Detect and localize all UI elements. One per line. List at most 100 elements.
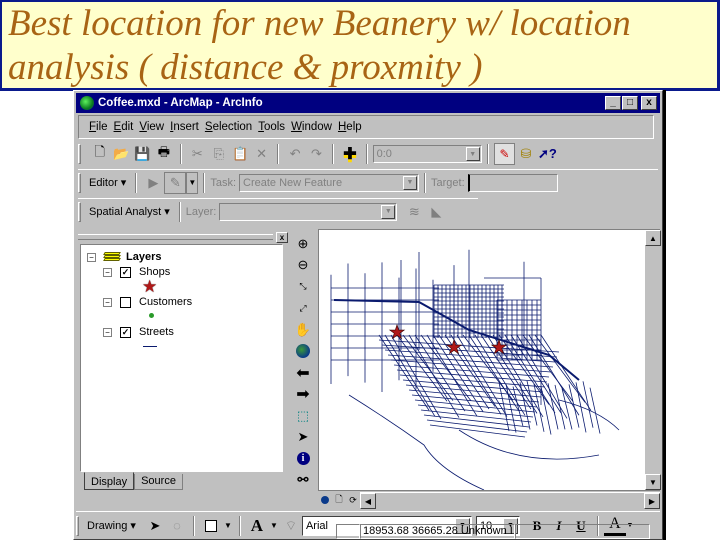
- scroll-left-icon[interactable]: ◀: [360, 493, 376, 509]
- layer-combo[interactable]: ▼: [219, 202, 398, 221]
- map-scale-value: 0:0: [376, 148, 392, 160]
- collapse-icon[interactable]: −: [103, 297, 112, 307]
- forward-arrow-icon[interactable]: ➡: [292, 384, 314, 406]
- menu-file[interactable]: File: [89, 121, 108, 133]
- open-icon[interactable]: 📂: [110, 143, 131, 165]
- task-value: Create New Feature: [243, 176, 343, 189]
- menu-selection[interactable]: Selection: [205, 121, 252, 133]
- collapse-icon[interactable]: −: [103, 267, 112, 277]
- editor-toolbar-icon[interactable]: ✎: [493, 143, 516, 165]
- editor-menu[interactable]: Editor ▾: [89, 176, 126, 189]
- horizontal-scrollbar[interactable]: ◀ ▶: [360, 492, 660, 509]
- copy-icon[interactable]: ⎘: [208, 143, 229, 165]
- select-elements-icon[interactable]: ➤: [292, 427, 314, 449]
- close-button[interactable]: x: [641, 96, 657, 110]
- pan-icon[interactable]: ✋: [292, 319, 314, 341]
- maximize-button[interactable]: □: [622, 96, 638, 110]
- title-bar[interactable]: Coffee.mxd - ArcMap - ArcInfo _ □ x: [76, 93, 660, 113]
- spatial-analyst-menu[interactable]: Spatial Analyst ▾: [89, 205, 170, 218]
- tab-display[interactable]: Display: [84, 472, 135, 490]
- menu-insert-label: nsert: [173, 121, 199, 133]
- separator: [203, 172, 206, 193]
- layer-label: Layer:: [185, 205, 217, 218]
- select-features-icon[interactable]: ⬚: [292, 405, 314, 427]
- toolbar-grip[interactable]: [78, 172, 81, 193]
- undo-icon[interactable]: ↶: [284, 143, 305, 165]
- back-arrow-icon[interactable]: ⬅: [292, 362, 314, 384]
- identify-icon[interactable]: i: [292, 448, 314, 470]
- fixed-zoom-out-icon[interactable]: ⤢: [292, 298, 314, 320]
- minimize-button[interactable]: _: [605, 96, 621, 110]
- toc-header: x: [78, 231, 288, 243]
- contour-icon[interactable]: ≋: [403, 201, 425, 223]
- street-segment: [420, 409, 532, 423]
- redo-icon[interactable]: ↷: [306, 143, 327, 165]
- map-scale-combo[interactable]: 0:0 ▼: [372, 145, 482, 163]
- chevron-down-icon[interactable]: ▼: [465, 147, 480, 161]
- toolbar-grip[interactable]: [78, 201, 81, 222]
- whats-this-icon[interactable]: ➚?: [537, 143, 558, 165]
- chevron-down-icon[interactable]: ▼: [403, 175, 418, 190]
- editor-toolbar: Editor ▾ ▶ ✎ ▼ Task: Create New Feature …: [78, 169, 658, 195]
- layer-row-shops[interactable]: − ✓ Shops: [103, 265, 170, 279]
- target-combo[interactable]: [467, 173, 558, 192]
- layer-symbol-streets[interactable]: [143, 339, 157, 353]
- edit-tool-icon[interactable]: ▶: [142, 172, 164, 194]
- toc-grip[interactable]: [78, 234, 273, 240]
- layer-visibility-checkbox[interactable]: ✓: [120, 266, 131, 278]
- vertical-scrollbar[interactable]: ▲ ▼: [644, 230, 661, 490]
- full-extent-icon[interactable]: [292, 341, 314, 363]
- delete-icon[interactable]: ✕: [251, 143, 272, 165]
- fixed-zoom-in-icon[interactable]: ⤡: [292, 276, 314, 298]
- histogram-icon[interactable]: ◣: [425, 201, 447, 223]
- menu-file-label: ile: [96, 121, 108, 133]
- separator: [135, 172, 138, 193]
- menu-view[interactable]: View: [139, 121, 164, 133]
- refresh-icon[interactable]: ⟳: [346, 493, 360, 507]
- scroll-up-icon[interactable]: ▲: [645, 230, 661, 246]
- collapse-icon[interactable]: −: [103, 327, 112, 337]
- layer-row-customers[interactable]: − Customers: [103, 295, 192, 309]
- map-display[interactable]: ★ ★ ★ ▲ ▼: [318, 229, 661, 491]
- zoom-in-icon[interactable]: ⊕: [292, 233, 314, 255]
- green-dot-icon: [149, 312, 154, 318]
- tab-source[interactable]: Source: [134, 474, 183, 490]
- layer-name: Streets: [139, 326, 174, 338]
- layout-view-icon[interactable]: 🗋: [332, 493, 346, 507]
- menu-window[interactable]: Window: [291, 121, 332, 133]
- sketch-dropdown-icon[interactable]: ▼: [186, 171, 199, 194]
- status-message: [336, 523, 360, 539]
- tree-root-layers[interactable]: − Layers: [87, 250, 161, 264]
- layer-symbol-shops[interactable]: ★: [142, 278, 157, 295]
- menu-tools[interactable]: Tools: [258, 121, 285, 133]
- scroll-down-icon[interactable]: ▼: [645, 474, 661, 490]
- line-symbol-icon: [143, 345, 157, 347]
- menu-bar: File Edit View Insert Selection Tools Wi…: [78, 115, 654, 139]
- zoom-out-icon[interactable]: ⊖: [292, 255, 314, 277]
- save-icon[interactable]: 💾: [132, 143, 153, 165]
- task-combo[interactable]: Create New Feature ▼: [239, 173, 420, 192]
- layer-visibility-checkbox[interactable]: [120, 296, 131, 308]
- find-binoculars-icon[interactable]: ⚯: [292, 470, 314, 492]
- menu-insert[interactable]: Insert: [170, 121, 199, 133]
- new-icon[interactable]: 🗋: [89, 143, 110, 165]
- sketch-tool-icon[interactable]: ✎: [164, 171, 187, 194]
- menu-edit[interactable]: Edit: [114, 121, 134, 133]
- data-view-icon[interactable]: [318, 493, 332, 507]
- print-icon[interactable]: 🖶: [153, 143, 174, 165]
- layer-visibility-checkbox[interactable]: ✓: [120, 326, 131, 338]
- paste-icon[interactable]: 📋: [230, 143, 251, 165]
- layer-row-streets[interactable]: − ✓ Streets: [103, 325, 174, 339]
- add-data-icon[interactable]: ✚: [339, 143, 360, 165]
- toc-close-button[interactable]: x: [276, 231, 288, 243]
- editor-menu-label: Editor: [89, 177, 118, 189]
- scroll-right-icon[interactable]: ▶: [644, 493, 660, 509]
- menu-help[interactable]: Help: [338, 121, 362, 133]
- chevron-down-icon[interactable]: ▼: [381, 204, 396, 219]
- toolbar-grip[interactable]: [78, 144, 81, 164]
- arctoolbox-icon[interactable]: ⛁: [515, 143, 536, 165]
- collapse-icon[interactable]: −: [87, 252, 96, 262]
- cut-icon[interactable]: ✂: [187, 143, 208, 165]
- menu-tools-label: ools: [263, 121, 286, 133]
- layer-symbol-customers[interactable]: [149, 308, 154, 322]
